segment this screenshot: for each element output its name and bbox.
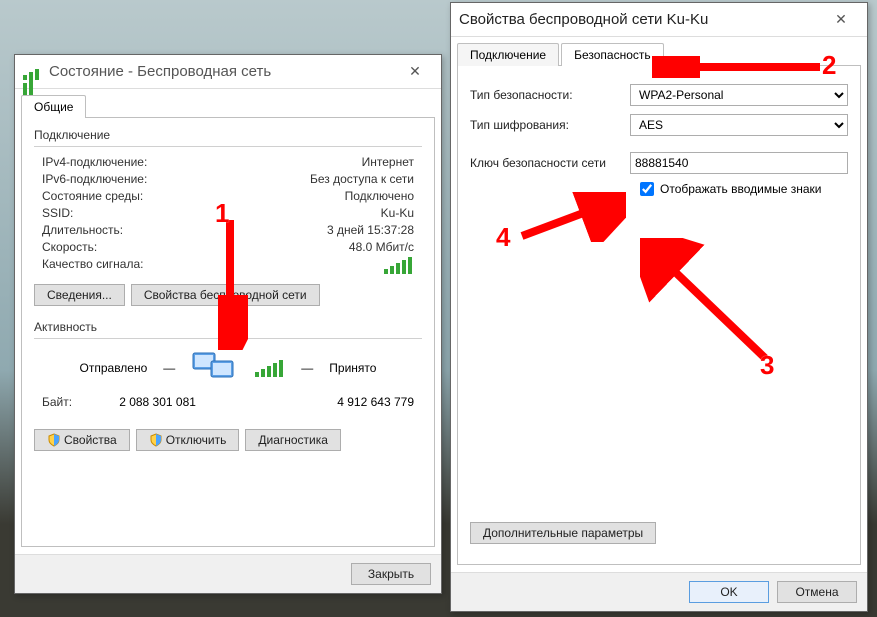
title-status: Состояние - Беспроводная сеть bbox=[49, 63, 397, 80]
speed-label: Скорость: bbox=[42, 240, 97, 254]
section-connection-label: Подключение bbox=[34, 128, 422, 142]
properties-button[interactable]: Свойства bbox=[34, 429, 130, 451]
quality-label: Качество сигнала: bbox=[42, 257, 143, 274]
annotation-arrow-2 bbox=[652, 56, 827, 78]
ipv4-label: IPv4-подключение: bbox=[42, 155, 147, 169]
close-button[interactable]: Закрыть bbox=[351, 563, 431, 585]
annotation-4: 4 bbox=[496, 222, 510, 253]
duration-value: 3 дней 15:37:28 bbox=[327, 223, 414, 237]
bytes-label: Байт: bbox=[42, 395, 72, 409]
security-type-label: Тип безопасности: bbox=[470, 88, 620, 102]
sent-label: Отправлено bbox=[80, 361, 148, 375]
encryption-type-label: Тип шифрования: bbox=[470, 118, 620, 132]
close-button-wprops[interactable]: ✕ bbox=[823, 8, 859, 32]
ipv4-value: Интернет bbox=[362, 155, 414, 169]
signal-icon-small bbox=[255, 360, 285, 377]
network-key-input[interactable] bbox=[630, 152, 848, 174]
diagnostics-button[interactable]: Диагностика bbox=[245, 429, 341, 451]
disable-button[interactable]: Отключить bbox=[136, 429, 240, 451]
ssid-value: Ku-Ku bbox=[381, 206, 414, 220]
computers-icon bbox=[191, 347, 241, 389]
show-characters-label: Отображать вводимые знаки bbox=[660, 182, 821, 196]
speed-value: 48.0 Мбит/с bbox=[349, 240, 414, 254]
ipv6-label: IPv6-подключение: bbox=[42, 172, 147, 186]
tabstrip-status: Общие bbox=[15, 89, 441, 118]
encryption-type-select[interactable]: AES bbox=[630, 114, 848, 136]
media-label: Состояние среды: bbox=[42, 189, 143, 203]
shield-icon bbox=[47, 433, 61, 447]
details-button[interactable]: Сведения... bbox=[34, 284, 125, 306]
close-button-status[interactable]: ✕ bbox=[397, 60, 433, 84]
shield-icon bbox=[149, 433, 163, 447]
cancel-button[interactable]: Отмена bbox=[777, 581, 857, 603]
show-characters-checkbox[interactable] bbox=[640, 182, 654, 196]
annotation-arrow-3 bbox=[640, 238, 780, 368]
ok-button[interactable]: OK bbox=[689, 581, 769, 603]
advanced-settings-button[interactable]: Дополнительные параметры bbox=[470, 522, 656, 544]
network-key-label: Ключ безопасности сети bbox=[470, 156, 620, 170]
annotation-arrow-4 bbox=[516, 192, 626, 242]
annotation-2: 2 bbox=[822, 50, 836, 81]
annotation-1: 1 bbox=[215, 198, 229, 229]
recv-label: Принято bbox=[329, 361, 376, 375]
media-value: Подключено bbox=[345, 189, 414, 203]
annotation-arrow-1 bbox=[218, 220, 248, 350]
security-type-select[interactable]: WPA2-Personal bbox=[630, 84, 848, 106]
title-wprops: Свойства беспроводной сети Ku-Ku bbox=[459, 11, 823, 28]
bytes-sent: 2 088 301 081 bbox=[72, 395, 243, 409]
tab-general[interactable]: Общие bbox=[21, 95, 86, 118]
titlebar-wprops: Свойства беспроводной сети Ku-Ku ✕ bbox=[451, 3, 867, 37]
bytes-recv: 4 912 643 779 bbox=[243, 395, 414, 409]
tab-connection[interactable]: Подключение bbox=[457, 43, 559, 66]
duration-label: Длительность: bbox=[42, 223, 123, 237]
tab-security[interactable]: Безопасность bbox=[561, 43, 664, 66]
quality-bars-icon bbox=[384, 257, 414, 274]
ssid-label: SSID: bbox=[42, 206, 73, 220]
signal-icon bbox=[23, 63, 41, 81]
ipv6-value: Без доступа к сети bbox=[310, 172, 414, 186]
annotation-3: 3 bbox=[760, 350, 774, 381]
titlebar-status: Состояние - Беспроводная сеть ✕ bbox=[15, 55, 441, 89]
